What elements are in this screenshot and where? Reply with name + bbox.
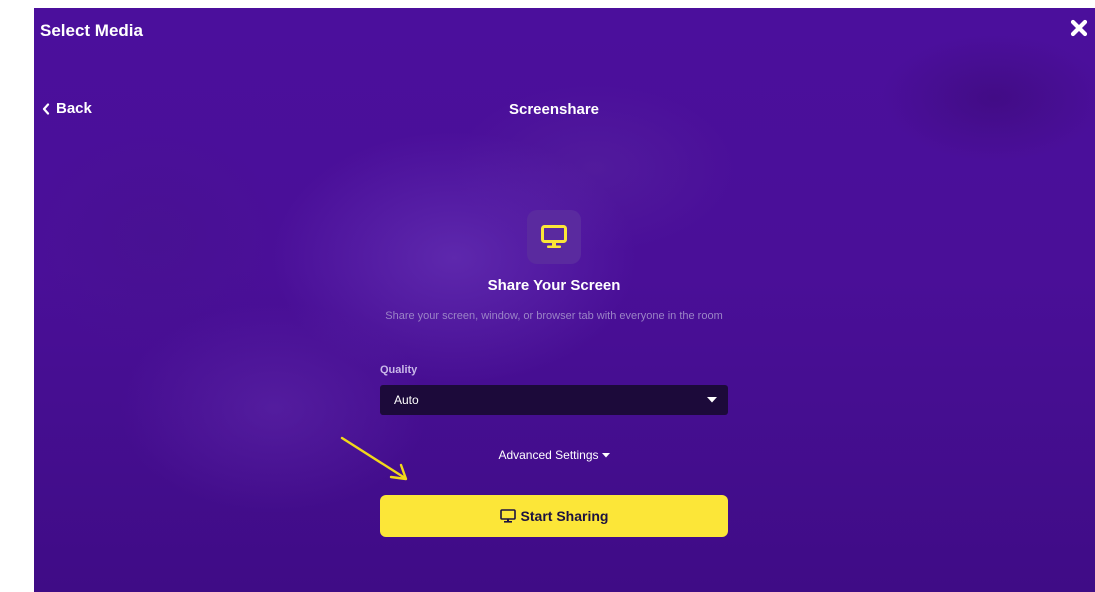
close-x-icon — [1070, 19, 1088, 37]
monitor-icon — [541, 225, 567, 248]
window-top-strip — [0, 0, 1095, 8]
page-heading: Screenshare — [508, 101, 600, 118]
share-card-title: Share Your Screen — [487, 277, 621, 294]
advanced-settings-toggle[interactable]: Advanced Settings — [379, 448, 729, 462]
close-button[interactable] — [1069, 18, 1089, 38]
start-sharing-label: Start Sharing — [520, 508, 609, 524]
share-card-description: Share your screen, window, or browser ta… — [385, 310, 723, 322]
modal-title: Select Media — [40, 21, 143, 40]
start-sharing-button[interactable]: Start Sharing — [380, 495, 728, 537]
select-media-modal: Select Media Back Screenshare Share Your… — [34, 8, 1095, 592]
advanced-settings-label: Advanced Settings — [498, 448, 599, 462]
caret-down-icon — [707, 397, 717, 403]
quality-select[interactable]: Auto — [380, 385, 728, 415]
quality-label: Quality — [380, 364, 418, 376]
monitor-icon — [499, 509, 516, 523]
screenshare-icon-tile — [527, 210, 581, 264]
quality-selected-value: Auto — [394, 393, 419, 407]
caret-down-icon — [601, 452, 610, 457]
